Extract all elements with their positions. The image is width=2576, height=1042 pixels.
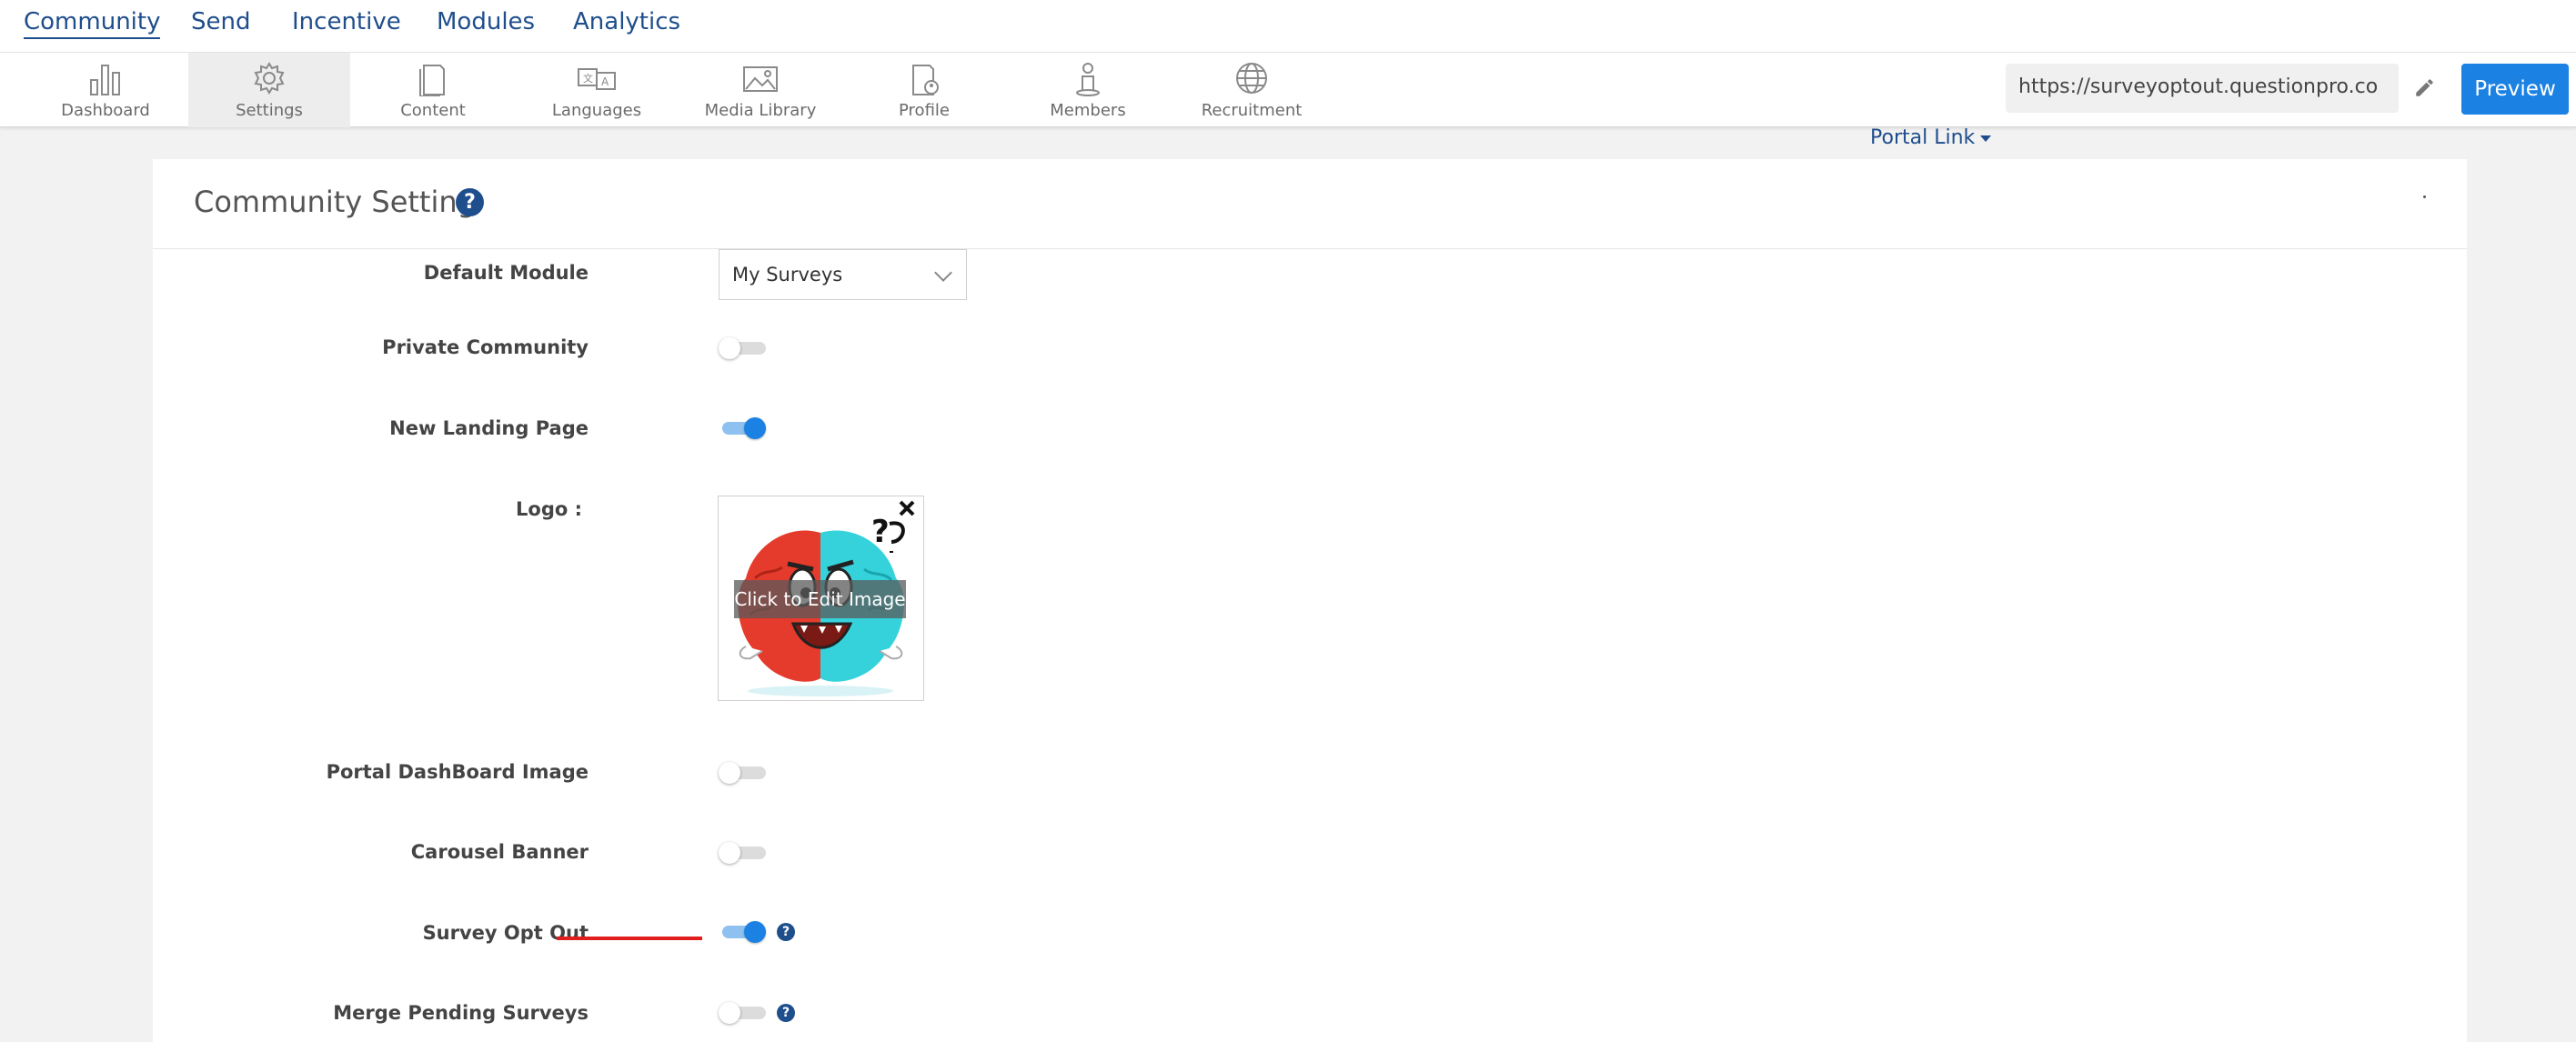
globe-icon (1236, 63, 1267, 94)
toolbar-item-media-library[interactable]: Media Library (679, 53, 841, 127)
merge-pending-surveys-toggle[interactable] (719, 1002, 766, 1024)
caret-down-icon (1980, 135, 1992, 142)
survey-opt-out-toggle[interactable] (719, 921, 766, 943)
page-title: Community Setting (194, 185, 476, 219)
private-community-label: Private Community (382, 336, 589, 358)
tab-incentive[interactable]: Incentive (292, 8, 401, 35)
top-navigation: Community Send Incentive Modules Analyti… (0, 0, 2576, 53)
image-icon (743, 66, 778, 92)
new-landing-page-label: New Landing Page (389, 417, 589, 439)
toolbar-label: Settings (236, 101, 303, 120)
toolbar-item-settings[interactable]: Settings (188, 53, 350, 127)
toolbar-label: Languages (551, 101, 642, 120)
toolbar-label: Profile (899, 101, 950, 120)
private-community-toggle[interactable] (719, 337, 766, 359)
card-header: Community Setting ? (153, 159, 2467, 249)
portal-dashboard-image-toggle[interactable] (719, 762, 766, 784)
new-landing-page-toggle[interactable] (719, 417, 766, 439)
edit-image-overlay[interactable]: Click to Edit Image (734, 580, 906, 618)
highlight-underline (557, 937, 702, 940)
toolbar-label: Members (1050, 101, 1126, 120)
toolbar-label: Content (400, 101, 466, 120)
portal-url-field[interactable]: https://surveyoptout.questionpro.co (2006, 64, 2399, 113)
default-module-label: Default Module (423, 262, 589, 284)
preview-button[interactable]: Preview (2461, 64, 2569, 115)
portal-dashboard-image-label: Portal DashBoard Image (326, 761, 589, 783)
portal-link-dropdown[interactable]: Portal Link (1870, 126, 1992, 149)
toolbar-item-recruitment[interactable]: Recruitment (1171, 53, 1333, 127)
carousel-banner-label: Carousel Banner (410, 841, 589, 863)
default-module-value: My Surveys (732, 264, 843, 286)
toolbar-item-members[interactable]: Members (1007, 53, 1169, 127)
community-setting-card: Community Setting ? Default Module My Su… (153, 159, 2467, 1042)
logo-label: Logo : (516, 498, 582, 520)
person-icon (1076, 63, 1100, 96)
dot-mark (2423, 195, 2426, 198)
toolbar-label: Recruitment (1201, 101, 1303, 120)
toolbar-item-languages[interactable]: 文 A Languages (516, 53, 678, 127)
toolbar-item-content[interactable]: Content (352, 53, 514, 127)
translate-icon: 文 A (578, 68, 616, 90)
survey-opt-out-label: Survey Opt Out (422, 922, 589, 944)
merge-pending-help-icon[interactable]: ? (777, 1004, 795, 1022)
tab-send[interactable]: Send (191, 8, 250, 35)
tab-analytics[interactable]: Analytics (573, 8, 680, 35)
portal-link-label: Portal Link (1870, 126, 1976, 149)
toolbar-item-dashboard[interactable]: Dashboard (25, 53, 186, 127)
toolbar-label: Media Library (704, 101, 817, 120)
tab-modules[interactable]: Modules (437, 8, 535, 35)
carousel-banner-toggle[interactable] (719, 842, 766, 864)
svg-text:?: ? (871, 514, 890, 550)
gear-icon (254, 62, 285, 95)
chevron-down-icon (934, 264, 952, 282)
profile-icon (912, 65, 939, 95)
logo-image[interactable]: ? Click to Edit Image (718, 496, 924, 701)
toolbar-item-profile[interactable]: Profile (843, 53, 1005, 127)
svg-text:A: A (601, 75, 609, 88)
toolbar-label: Dashboard (61, 101, 150, 120)
svg-text:文: 文 (583, 72, 593, 85)
document-icon (419, 65, 445, 96)
survey-opt-out-help-icon[interactable]: ? (777, 923, 795, 941)
merge-pending-surveys-label: Merge Pending Surveys (333, 1002, 589, 1024)
help-icon[interactable]: ? (456, 188, 484, 216)
bar-chart-icon (90, 65, 120, 95)
tab-community[interactable]: Community (24, 8, 161, 39)
pencil-icon[interactable] (2413, 75, 2437, 99)
default-module-select[interactable]: My Surveys (719, 249, 967, 300)
